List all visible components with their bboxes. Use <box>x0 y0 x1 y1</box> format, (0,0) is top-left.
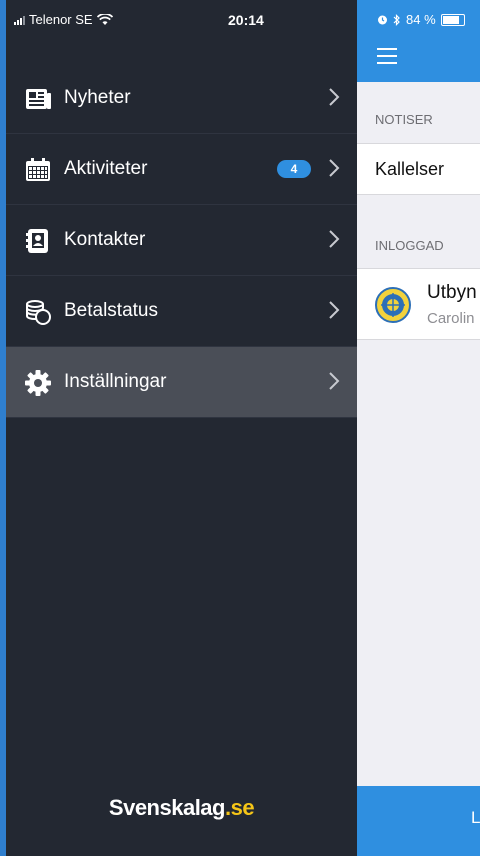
carrier-info: Telenor SE <box>14 12 113 27</box>
coins-icon <box>26 300 51 325</box>
contacts-icon <box>26 229 48 253</box>
club-logo-icon <box>375 287 411 323</box>
chevron-right-icon <box>329 88 340 106</box>
drawer-menu: Nyheter Aktiviteter 4 Kontakter Betalsta… <box>6 63 357 418</box>
status-bar-right: 84 % <box>377 12 465 27</box>
menu-label: Kontakter <box>64 229 146 250</box>
wifi-icon <box>96 13 113 25</box>
chevron-right-icon <box>329 301 340 319</box>
menu-item-nyheter[interactable]: Nyheter <box>6 63 357 134</box>
hamburger-menu-icon[interactable] <box>377 48 397 64</box>
menu-item-installningar[interactable]: Inställningar <box>6 347 357 418</box>
battery-percent: 84 % <box>406 12 436 27</box>
menu-label: Nyheter <box>64 87 131 108</box>
row-logged-in-account[interactable]: Utbyn Carolin <box>357 268 480 340</box>
row-kallelser[interactable]: Kallelser <box>357 143 480 195</box>
chevron-right-icon <box>329 372 340 390</box>
menu-label: Inställningar <box>64 371 167 392</box>
notification-badge: 4 <box>277 160 311 178</box>
app-screen: Telenor SE 20:14 Nyheter Aktiviteter 4 K… <box>0 0 480 856</box>
carrier-name: Telenor SE <box>29 12 93 27</box>
menu-item-kontakter[interactable]: Kontakter <box>6 205 357 276</box>
alarm-icon <box>378 15 387 25</box>
panel-header: 84 % <box>357 0 480 82</box>
gear-icon <box>25 370 51 396</box>
signal-icon <box>14 15 25 25</box>
section-header-notiser: NOTISER <box>375 112 433 127</box>
bluetooth-icon <box>393 13 400 26</box>
menu-label: Aktiviteter <box>64 158 148 179</box>
brand-logo: Svenskalag.se <box>6 795 357 821</box>
panel-bottom-bar[interactable]: L <box>357 786 480 856</box>
user-name: Carolin <box>427 310 475 327</box>
menu-label: Betalstatus <box>64 300 158 321</box>
menu-item-aktiviteter[interactable]: Aktiviteter 4 <box>6 134 357 205</box>
club-name: Utbyn <box>427 282 477 303</box>
clock: 20:14 <box>228 12 264 28</box>
status-bar-left: Telenor SE 20:14 <box>6 0 357 36</box>
row-label: Kallelser <box>375 159 445 179</box>
battery-icon <box>440 13 465 26</box>
calendar-icon <box>26 158 50 181</box>
chevron-right-icon <box>329 159 340 177</box>
brand-name: Svenskalag <box>108 795 226 820</box>
main-content-panel[interactable]: 84 % NOTISER Kallelser INLOGGAD Utbyn Ca… <box>357 0 480 856</box>
chevron-right-icon <box>329 230 340 248</box>
menu-item-betalstatus[interactable]: Betalstatus <box>6 276 357 347</box>
newspaper-icon <box>26 89 51 109</box>
brand-tld: .se <box>224 795 255 820</box>
navigation-drawer: Telenor SE 20:14 Nyheter Aktiviteter 4 K… <box>6 0 357 856</box>
section-header-inloggad: INLOGGAD <box>375 238 444 253</box>
bottom-action-button[interactable]: L <box>471 808 480 828</box>
